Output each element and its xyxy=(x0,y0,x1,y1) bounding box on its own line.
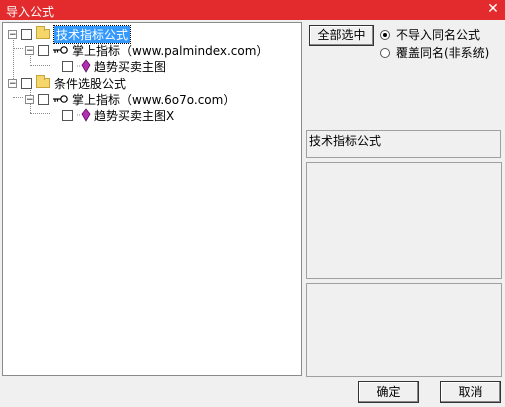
formula-icon xyxy=(77,59,91,73)
tree-connector xyxy=(30,65,50,66)
cancel-button[interactable]: 取消 xyxy=(440,381,501,403)
collapse-icon[interactable]: − xyxy=(8,78,17,88)
tree-item-label[interactable]: 趋势买卖主图 xyxy=(94,58,166,75)
collapse-icon[interactable]: − xyxy=(8,29,17,39)
radio-label: 覆盖同名(非系统) xyxy=(396,46,490,60)
tree-connector xyxy=(30,113,50,114)
ok-button[interactable]: 确定 xyxy=(358,381,419,403)
tree-connector xyxy=(13,48,23,49)
folder-icon xyxy=(36,26,50,39)
formula-type-text: 技术指标公式 xyxy=(309,134,382,148)
window-title: 导入公式 xyxy=(6,5,55,19)
group-checkbox[interactable] xyxy=(21,77,32,89)
radio-overwrite[interactable]: 覆盖同名(非系统) xyxy=(380,44,489,61)
key-icon xyxy=(53,95,68,103)
item-checkbox[interactable] xyxy=(62,109,73,121)
radio-label: 不导入同名公式 xyxy=(396,28,481,42)
collapse-icon[interactable]: − xyxy=(25,94,34,104)
tree-group-label[interactable]: 技术指标公式 xyxy=(52,24,132,44)
tree-item-trend-main[interactable]: 趋势买卖主图 xyxy=(62,57,166,75)
radio-button[interactable] xyxy=(380,47,390,58)
group-checkbox[interactable] xyxy=(21,28,32,40)
tree-node-label[interactable]: 掌上指标（www.6o7o.com） xyxy=(72,91,235,108)
tree-item-label[interactable]: 趋势买卖主图X xyxy=(94,107,174,124)
radio-no-import[interactable]: 不导入同名公式 xyxy=(380,26,480,43)
radio-button[interactable] xyxy=(380,29,390,40)
folder-icon xyxy=(36,75,50,88)
item-checkbox[interactable] xyxy=(62,60,73,72)
tree-node-label[interactable]: 掌上指标（www.palmindex.com） xyxy=(72,42,268,59)
tree-item-trend-main-x[interactable]: 趋势买卖主图X xyxy=(62,106,174,124)
select-all-button[interactable]: 全部选中 xyxy=(309,25,374,46)
node-checkbox[interactable] xyxy=(38,44,49,56)
title-bar: 导入公式 ✕ xyxy=(0,0,505,20)
description-panel xyxy=(306,162,502,279)
formula-tree[interactable]: − 技术指标公式 − 掌上指标（www.palmindex.com） 趋势买卖主… xyxy=(2,22,302,376)
tree-connector xyxy=(13,97,23,98)
detail-panel xyxy=(306,283,502,377)
formula-type-display: 技术指标公式 xyxy=(306,130,501,158)
close-icon[interactable]: ✕ xyxy=(485,1,501,17)
key-icon xyxy=(53,46,68,54)
collapse-icon[interactable]: − xyxy=(25,45,34,55)
tree-group-label[interactable]: 条件选股公式 xyxy=(54,75,126,92)
node-checkbox[interactable] xyxy=(38,93,49,105)
formula-icon xyxy=(77,108,91,122)
